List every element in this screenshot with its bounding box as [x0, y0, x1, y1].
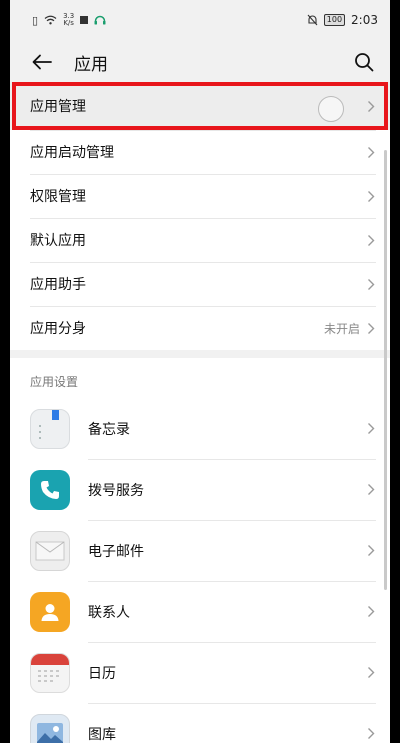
app-item-label: 图库	[88, 726, 116, 743]
chevron-right-icon	[366, 666, 376, 680]
section-header-app-settings: 应用设置	[10, 358, 390, 398]
menu-item-label: 应用助手	[30, 277, 86, 293]
sim-icon: ▯	[32, 13, 39, 27]
mail-icon	[30, 530, 70, 571]
phone-icon	[30, 469, 70, 510]
app-item-label: 拨号服务	[88, 482, 144, 499]
app-settings-card: 应用设置 备忘录 拨号服务 电子邮件 联系人 日历 图库	[10, 358, 390, 743]
app-item-email[interactable]: 电子邮件	[10, 520, 390, 581]
chevron-right-icon	[366, 605, 376, 619]
chevron-right-icon	[366, 145, 376, 159]
page-title: 应用	[74, 54, 108, 75]
top-app-bar: 应用	[10, 40, 390, 84]
chevron-right-icon	[366, 544, 376, 558]
back-arrow-icon[interactable]	[30, 50, 54, 74]
phone-screen: ▯ 3.3 K/s 100 2:03 应用 应用管理 应用启动管理 权限管理 默…	[10, 0, 390, 743]
app-twin-status: 未开启	[323, 321, 360, 336]
speed-unit: K/s	[63, 19, 74, 27]
status-right: 100 2:03	[307, 13, 378, 27]
app-item-memo[interactable]: 备忘录	[10, 398, 390, 459]
chevron-right-icon	[366, 277, 376, 291]
chevron-right-icon	[366, 99, 376, 113]
touch-indicator	[318, 96, 344, 122]
menu-item-label: 默认应用	[30, 233, 86, 249]
chevron-right-icon	[366, 727, 376, 741]
menu-item-app-twin[interactable]: 应用分身 未开启	[10, 306, 390, 350]
status-bar: ▯ 3.3 K/s 100 2:03	[10, 0, 390, 40]
app-item-label: 联系人	[88, 604, 130, 621]
mute-bell-icon	[307, 14, 318, 26]
network-speed: 3.3 K/s	[63, 13, 74, 27]
calendar-icon	[30, 652, 70, 693]
menu-item-label: 应用分身	[30, 321, 86, 337]
chevron-right-icon	[366, 189, 376, 203]
menu-item-app-management[interactable]: 应用管理	[10, 82, 390, 130]
scrollbar[interactable]	[384, 150, 387, 590]
status-left: ▯ 3.3 K/s	[32, 13, 106, 27]
app-item-label: 备忘录	[88, 421, 130, 438]
contact-icon	[30, 591, 70, 632]
app-item-calendar[interactable]: 日历	[10, 642, 390, 703]
menu-item-label: 应用启动管理	[30, 145, 114, 161]
chevron-right-icon	[366, 233, 376, 247]
menu-item-label: 权限管理	[30, 189, 86, 205]
menu-item-app-launch-management[interactable]: 应用启动管理	[10, 130, 390, 174]
section-divider	[10, 350, 390, 358]
menu-item-permission-management[interactable]: 权限管理	[10, 174, 390, 218]
app-item-gallery[interactable]: 图库	[10, 703, 390, 743]
chevron-right-icon	[366, 483, 376, 497]
settings-content: 应用管理 应用启动管理 权限管理 默认应用 应用助手 应用分身 未开启 应用设置…	[10, 80, 390, 743]
menu-item-app-assistant[interactable]: 应用助手	[10, 262, 390, 306]
gallery-icon	[30, 713, 70, 743]
chevron-right-icon	[366, 321, 376, 335]
menu-item-label: 应用管理	[30, 99, 86, 115]
app-menu-card: 应用管理 应用启动管理 权限管理 默认应用 应用助手 应用分身 未开启	[10, 82, 390, 350]
app-item-dialer[interactable]: 拨号服务	[10, 459, 390, 520]
wifi-icon	[44, 15, 57, 25]
menu-item-default-apps[interactable]: 默认应用	[10, 218, 390, 262]
search-icon[interactable]	[352, 50, 376, 74]
chevron-right-icon	[366, 422, 376, 436]
app-item-label: 电子邮件	[88, 543, 144, 560]
battery-indicator: 100	[323, 14, 346, 26]
clock: 2:03	[351, 13, 378, 27]
app-item-contacts[interactable]: 联系人	[10, 581, 390, 642]
headset-icon	[94, 15, 106, 25]
memo-icon	[30, 408, 70, 449]
notification-square-icon	[80, 16, 89, 24]
app-item-label: 日历	[88, 665, 116, 682]
